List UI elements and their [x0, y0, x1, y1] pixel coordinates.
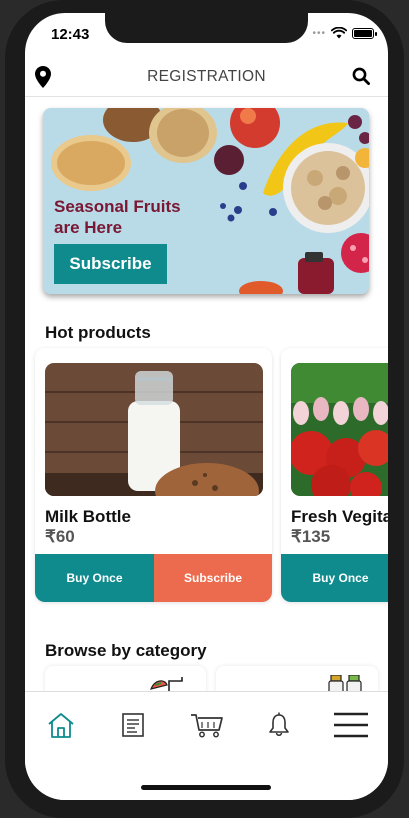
status-time: 12:43 [51, 26, 90, 43]
product-price: ₹60 [45, 527, 75, 546]
status-icons: ••• [312, 27, 377, 39]
menu-icon[interactable] [331, 709, 371, 741]
banner-subscribe-button[interactable]: Subscribe [54, 244, 167, 284]
section-title-browse: Browse by category [45, 641, 207, 660]
page-title: REGISTRATION [147, 68, 266, 85]
battery-icon [352, 27, 377, 39]
product-image [45, 363, 263, 496]
product-name: Milk Bottle [45, 507, 131, 526]
home-icon[interactable] [41, 709, 81, 741]
product-name: Fresh Vegita [291, 507, 388, 526]
buy-once-button[interactable]: Buy Once [281, 554, 388, 602]
section-title-hot-products: Hot products [45, 323, 151, 342]
cart-icon[interactable] [187, 709, 227, 741]
bottom-tab-bar [25, 691, 388, 800]
product-price: ₹135 [291, 527, 331, 546]
wifi-icon [331, 27, 347, 39]
search-icon[interactable] [352, 67, 371, 90]
signal-dots-icon: ••• [312, 27, 326, 39]
product-image [291, 363, 388, 496]
banner-headline: Seasonal Fruits are Here [54, 197, 181, 237]
vegetables-illustration [291, 363, 388, 496]
phone-screen: 12:43 ••• REGISTRATION Seasonal Fruits a… [25, 13, 388, 800]
document-icon[interactable] [113, 709, 153, 741]
home-indicator[interactable] [141, 785, 271, 790]
product-card-milk[interactable]: Milk Bottle ₹60 Buy Once Subscribe [35, 348, 272, 602]
promo-banner[interactable]: Seasonal Fruits are Here Subscribe [43, 108, 369, 294]
bell-icon[interactable] [259, 709, 299, 741]
subscribe-button[interactable]: Subscribe [154, 554, 272, 602]
app-header: REGISTRATION [25, 57, 388, 97]
notch [105, 13, 308, 43]
buy-once-button[interactable]: Buy Once [35, 554, 154, 602]
product-card-vegetables[interactable]: Fresh Vegita ₹135 Buy Once [281, 348, 388, 602]
milk-bottle-illustration [45, 363, 263, 496]
